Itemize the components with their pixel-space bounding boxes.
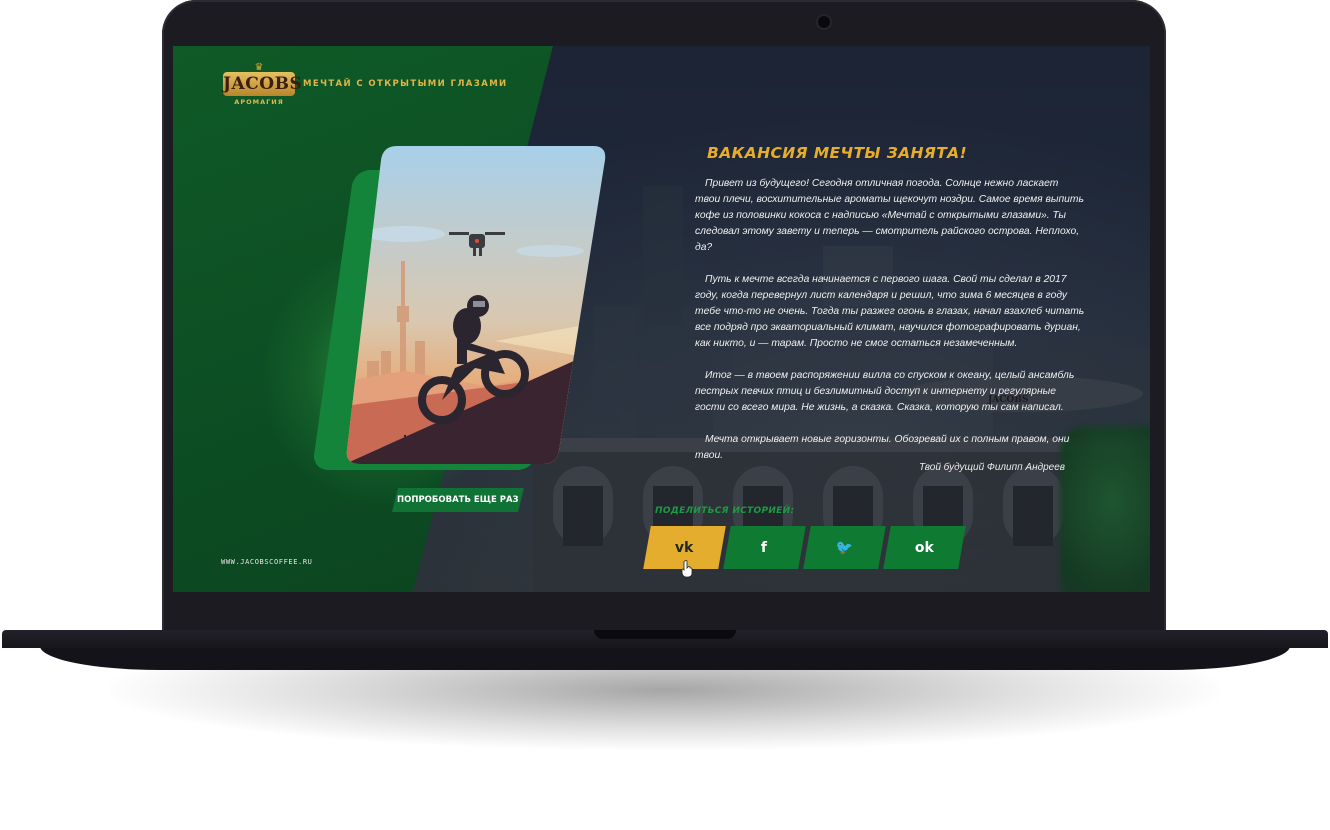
share-twitter-button[interactable]: 🐦 xyxy=(803,526,886,569)
vk-icon: vk xyxy=(675,539,694,556)
story-paragraph: Путь к мечте всегда начинается с первого… xyxy=(695,274,1085,349)
tagline: МЕЧТАЙ С ОТКРЫТЫМИ ГЛАЗАМИ xyxy=(303,79,508,89)
hand-cursor-icon xyxy=(681,560,693,578)
laptop-base-bottom xyxy=(40,646,1290,670)
share-facebook-button[interactable]: f xyxy=(723,526,806,569)
story-illustration-card xyxy=(345,146,607,464)
logo-subtitle: АРОМАГИЯ xyxy=(234,98,284,106)
biker-illustration xyxy=(346,146,606,464)
screen: JACOBS ♛ JACOBS АРОМАГИЯ МЕЧТАЙ С ОТКРЫТ… xyxy=(173,46,1150,592)
story-paragraph: Мечта открывает новые горизонты. Обозрев… xyxy=(695,434,1070,461)
camera-icon xyxy=(818,16,830,28)
odnoklassniki-icon: ok xyxy=(915,539,934,556)
retry-button-label: ПОПРОБОВАТЬ ЕЩЕ РАЗ xyxy=(397,495,519,505)
jacobs-logo[interactable]: ♛ JACOBS АРОМАГИЯ xyxy=(223,62,303,114)
signature: Твой будущий Филипп Андреев xyxy=(919,462,1066,473)
story-paragraph: Привет из будущего! Сегодня отличная пог… xyxy=(695,178,1084,253)
facebook-icon: f xyxy=(761,539,768,556)
share-odnoklassniki-button[interactable]: ok xyxy=(883,526,966,569)
page-title: ВАКАНСИЯ МЕЧТЫ ЗАНЯТА! xyxy=(707,144,968,162)
laptop-notch xyxy=(594,630,736,639)
logo-wordmark: JACOBS xyxy=(223,72,303,96)
crown-icon: ♛ xyxy=(254,62,264,73)
share-label: ПОДЕЛИТЬСЯ ИСТОРИЕЙ: xyxy=(655,506,795,516)
story-text: Привет из будущего! Сегодня отличная пог… xyxy=(695,176,1085,480)
story-paragraph: Итог — в твоем распоряжении вилла со спу… xyxy=(695,370,1075,413)
retry-button[interactable]: ПОПРОБОВАТЬ ЕЩЕ РАЗ xyxy=(392,488,524,512)
footer-website-link[interactable]: WWW.JACOBSCOFFEE.RU xyxy=(221,558,312,566)
twitter-icon: 🐦 xyxy=(835,539,854,556)
